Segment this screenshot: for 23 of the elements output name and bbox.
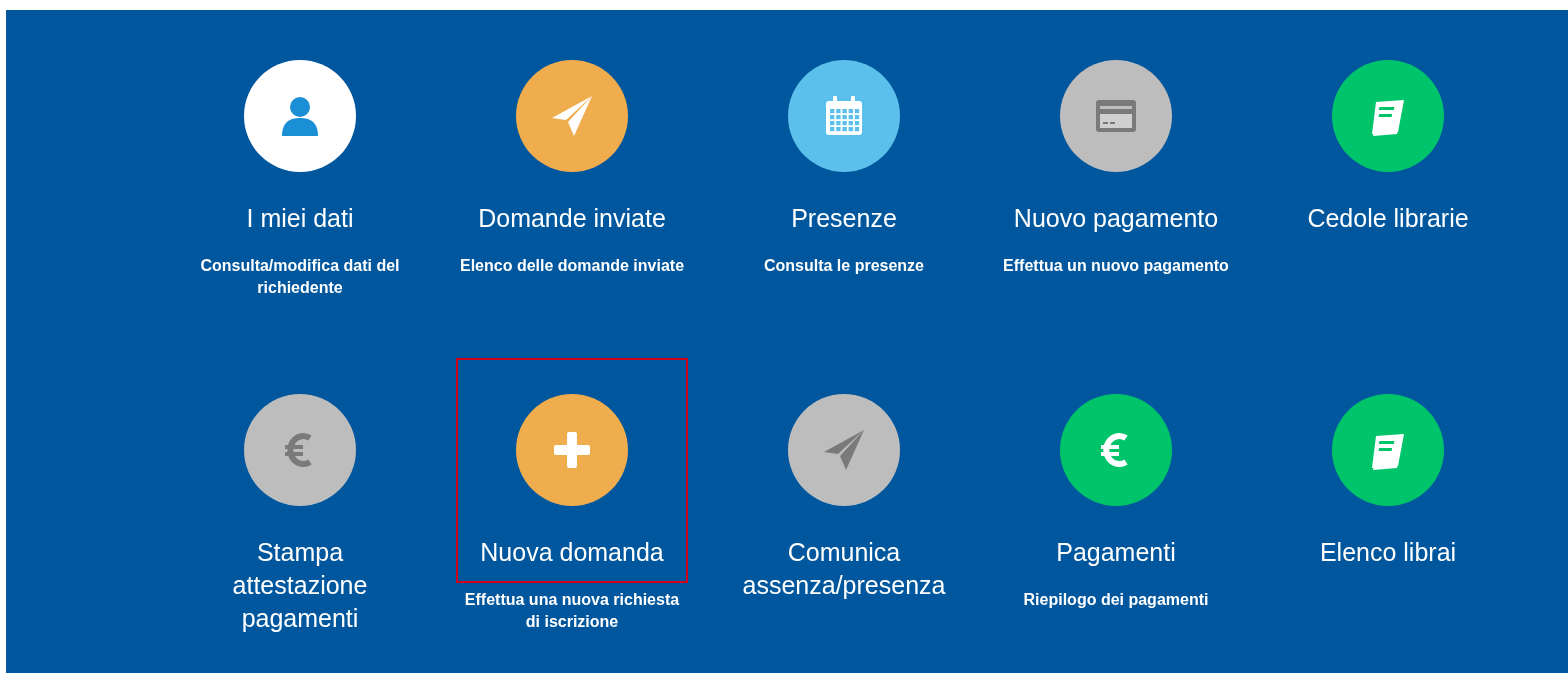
tile-description: Effettua un nuovo pagamento — [1002, 256, 1230, 276]
tile-description: Effettua una nuova richiesta di iscrizione — [463, 590, 681, 632]
menu-tile[interactable]: Presenze — [728, 24, 960, 249]
tile-title: Nuovo pagamento — [1013, 203, 1219, 234]
tile-title: Cedole librarie — [1307, 203, 1469, 234]
menu-tile[interactable]: I miei dati — [184, 24, 416, 249]
tile-title: Pagamenti — [1056, 537, 1176, 568]
tile-title: Nuova domanda — [480, 537, 664, 568]
menu-tile[interactable]: Elenco librai — [1272, 358, 1504, 583]
tile-title: Stampa attestazione pagamenti — [231, 537, 369, 634]
tile-title: Comunica assenza/presenza — [741, 537, 947, 601]
menu-tile[interactable]: Cedole librarie — [1272, 24, 1504, 249]
menu-tile[interactable]: Pagamenti — [1000, 358, 1232, 583]
tile-title: I miei dati — [246, 203, 354, 234]
tile-description: Riepilogo dei pagamenti — [1022, 590, 1210, 610]
menu-tile[interactable]: Domande inviate — [456, 24, 688, 249]
tile-description: Consulta le presenze — [762, 256, 925, 276]
tile-title: Domande inviate — [478, 203, 666, 234]
tile-title: Presenze — [791, 203, 897, 234]
menu-tile[interactable]: Nuova domanda — [456, 358, 688, 583]
tile-description: Elenco delle domande inviate — [458, 256, 686, 276]
tile-title: Elenco librai — [1319, 537, 1457, 568]
tile-description: Consulta/modifica dati del richiedente — [199, 256, 401, 298]
